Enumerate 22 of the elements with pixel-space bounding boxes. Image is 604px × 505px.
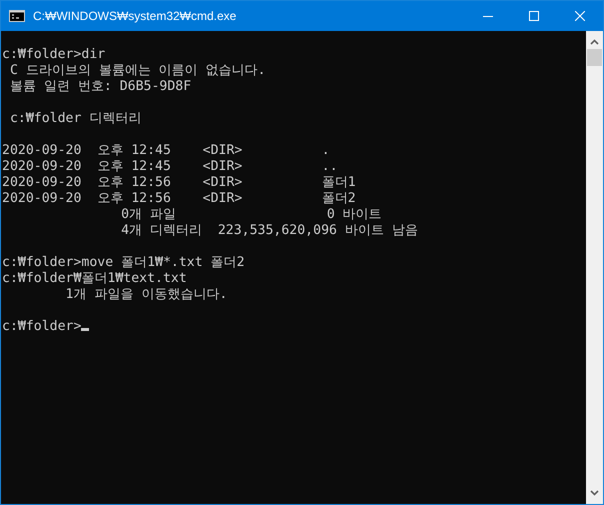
console-line: 2020-09-20 오후 12:56 <DIR> 폴더1 bbox=[2, 175, 356, 191]
scroll-thumb[interactable] bbox=[587, 49, 602, 66]
console-line: 4개 디렉터리 223,535,620,096 바이트 남음 bbox=[120, 223, 418, 239]
console-line: c:₩folder>move 폴더1₩*.txt 폴더2 bbox=[2, 255, 245, 271]
console-app-icon bbox=[9, 10, 25, 22]
console-line: 2020-09-20 오후 12:56 <DIR> 폴더2 bbox=[2, 191, 356, 207]
console-line: c:₩folder 디렉터리 bbox=[8, 111, 142, 127]
scrollbar[interactable] bbox=[586, 31, 603, 504]
console-line: c:₩folder₩폴더1₩text.txt bbox=[2, 271, 187, 287]
console-line: c:₩folder>dir bbox=[2, 47, 106, 63]
console-line: 볼륨 일련 번호: D6B5-9D8F bbox=[8, 79, 192, 95]
console-line: 0개 파일 0 바이트 bbox=[120, 207, 382, 223]
console-line: 2020-09-20 오후 12:45 <DIR> .. bbox=[2, 159, 338, 175]
console-line: 1개 파일을 이동했습니다. bbox=[64, 287, 228, 303]
window-title: C:₩WINDOWS₩system32₩cmd.exe bbox=[33, 8, 238, 25]
maximize-icon bbox=[529, 11, 539, 21]
console-line: c:₩folder> bbox=[2, 319, 82, 335]
scroll-down-icon[interactable] bbox=[590, 490, 599, 496]
close-icon bbox=[575, 11, 585, 21]
scroll-up-icon[interactable] bbox=[590, 39, 599, 45]
console-line: 2020-09-20 오후 12:45 <DIR> . bbox=[2, 143, 330, 159]
console-line: C 드라이브의 볼륨에는 이름이 없습니다. bbox=[8, 63, 266, 79]
